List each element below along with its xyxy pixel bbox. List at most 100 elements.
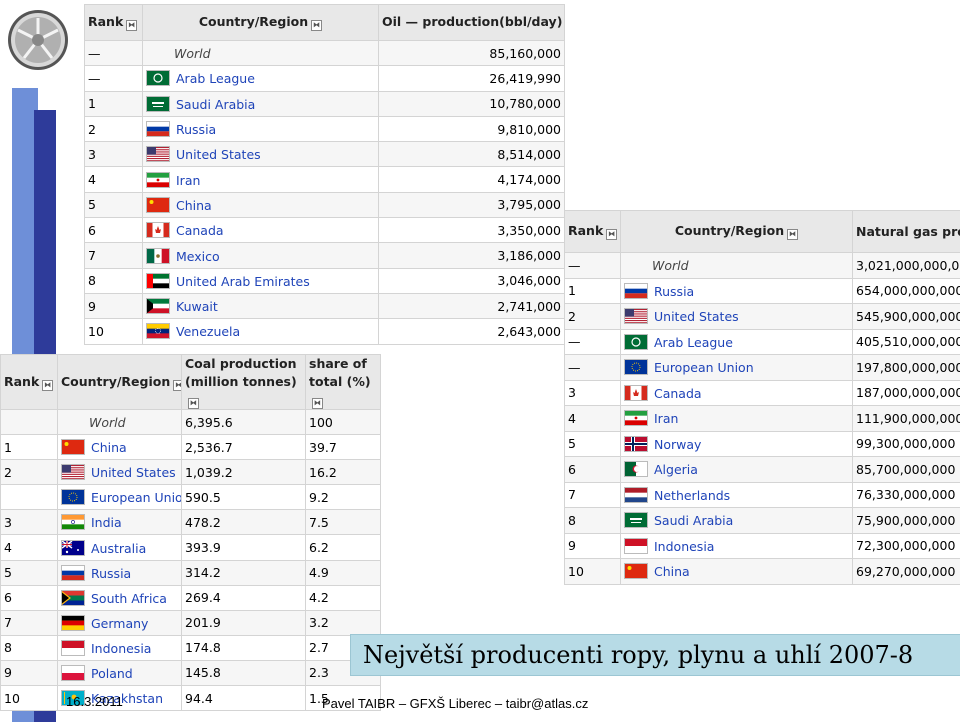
country-cell[interactable]: European Union bbox=[620, 354, 853, 381]
country-link[interactable]: China bbox=[176, 198, 212, 213]
sort-icon[interactable]: ⧓ bbox=[42, 379, 54, 391]
column-header-coal[interactable]: Coal production (million tonnes)⧓ bbox=[181, 354, 306, 410]
country-link[interactable]: India bbox=[91, 515, 122, 530]
value-cell: 197,800,000,000 bbox=[852, 354, 960, 381]
country-cell[interactable]: United States bbox=[620, 303, 853, 330]
country-cell[interactable]: India bbox=[57, 509, 182, 536]
country-link[interactable]: European Union bbox=[654, 360, 754, 375]
rank-cell: 9 bbox=[564, 532, 621, 559]
country-link[interactable]: Germany bbox=[91, 616, 148, 631]
column-header-share[interactable]: share of total (%)⧓ bbox=[305, 354, 381, 410]
country-link[interactable]: European Union bbox=[91, 490, 181, 505]
column-header-country[interactable]: Country/Region⧓ bbox=[142, 4, 379, 41]
gas-production-table: Rank⧓ Country/Region⧓ Natural gas prod —… bbox=[564, 210, 960, 585]
country-cell[interactable]: Indonesia bbox=[620, 532, 853, 559]
value-cell: 3,350,000 bbox=[378, 217, 565, 244]
country-link[interactable]: Saudi Arabia bbox=[176, 97, 255, 112]
column-header-oil[interactable]: Oil — production(bbl/day)⧓ bbox=[378, 4, 565, 41]
country-cell[interactable]: Indonesia bbox=[57, 634, 182, 661]
country-link[interactable]: Norway bbox=[654, 437, 701, 452]
country-link[interactable]: Iran bbox=[176, 173, 200, 188]
country-cell[interactable]: United Arab Emirates bbox=[142, 267, 379, 294]
country-cell[interactable]: Saudi Arabia bbox=[620, 507, 853, 534]
country-cell[interactable]: European Union bbox=[57, 484, 182, 511]
country-cell[interactable]: Netherlands bbox=[620, 481, 853, 508]
sort-icon[interactable]: ⧓ bbox=[312, 398, 323, 409]
country-link[interactable]: Indonesia bbox=[91, 641, 151, 656]
table-row: 3 Canada 187,000,000,000 bbox=[564, 379, 960, 406]
country-link[interactable]: China bbox=[91, 440, 127, 455]
country-cell[interactable]: United States bbox=[142, 141, 379, 168]
country-link[interactable]: Mexico bbox=[176, 249, 220, 264]
value-cell: 314.2 bbox=[181, 559, 306, 586]
country-link[interactable]: Poland bbox=[91, 666, 133, 681]
country-cell[interactable]: China bbox=[142, 191, 379, 219]
country-link[interactable]: United States bbox=[91, 465, 176, 480]
sort-icon[interactable]: ⧓ bbox=[173, 379, 181, 391]
country-link[interactable]: Iran bbox=[654, 411, 678, 426]
country-cell[interactable]: Iran bbox=[620, 405, 853, 432]
country-cell[interactable]: Russia bbox=[620, 277, 853, 304]
column-header-rank[interactable]: Rank ⧓ bbox=[0, 354, 58, 410]
column-header-rank[interactable]: Rank ⧓ bbox=[564, 210, 621, 253]
rank-cell: 7 bbox=[84, 242, 143, 269]
column-header-gas[interactable]: Natural gas prod bbox=[852, 210, 960, 253]
country-cell: World bbox=[620, 252, 853, 279]
country-cell[interactable]: Russia bbox=[142, 115, 379, 143]
country-cell[interactable]: China bbox=[620, 558, 853, 585]
country-cell[interactable]: Australia bbox=[57, 534, 182, 561]
column-header-country[interactable]: Country/Region⧓ bbox=[620, 210, 853, 253]
country-link[interactable]: Russia bbox=[654, 284, 694, 299]
country-link[interactable]: Russia bbox=[176, 122, 216, 137]
value-cell: 2,741,000 bbox=[378, 292, 565, 320]
country-link[interactable]: Kuwait bbox=[176, 299, 218, 314]
country-cell[interactable]: Iran bbox=[142, 166, 379, 193]
iran-flag-icon bbox=[146, 171, 170, 188]
country-link[interactable]: Venezuela bbox=[176, 324, 240, 339]
country-link[interactable]: Australia bbox=[91, 541, 146, 556]
value-cell: 174.8 bbox=[181, 634, 306, 661]
sort-icon[interactable]: ⧓ bbox=[126, 20, 138, 31]
table-row: 8 Saudi Arabia 75,900,000,000 bbox=[564, 507, 960, 534]
country-link[interactable]: South Africa bbox=[91, 591, 167, 606]
sort-icon[interactable]: ⧓ bbox=[188, 398, 199, 409]
rank-cell: 7 bbox=[564, 481, 621, 508]
country-link[interactable]: Arab League bbox=[176, 71, 255, 86]
column-header-rank[interactable]: Rank ⧓ bbox=[84, 4, 143, 41]
country-cell[interactable]: Arab League bbox=[620, 328, 853, 355]
sort-icon[interactable]: ⧓ bbox=[787, 229, 799, 240]
country-link[interactable]: United Arab Emirates bbox=[176, 274, 310, 289]
sort-icon[interactable]: ⧓ bbox=[606, 229, 618, 240]
country-link[interactable]: Canada bbox=[654, 386, 702, 401]
country-cell[interactable]: Mexico bbox=[142, 242, 379, 269]
sort-icon[interactable]: ⧓ bbox=[311, 20, 323, 31]
rank-cell: 1 bbox=[564, 277, 621, 304]
country-cell[interactable]: Venezuela bbox=[142, 318, 379, 345]
country-link[interactable]: Saudi Arabia bbox=[654, 513, 733, 528]
country-cell[interactable]: Germany bbox=[57, 609, 182, 636]
column-header-country[interactable]: Country/Region⧓ bbox=[57, 354, 182, 410]
country-link[interactable]: Netherlands bbox=[654, 488, 730, 503]
country-cell[interactable]: Canada bbox=[142, 217, 379, 244]
country-cell[interactable]: Norway bbox=[620, 430, 853, 457]
country-cell[interactable]: Saudi Arabia bbox=[142, 90, 379, 117]
country-link[interactable]: Canada bbox=[176, 223, 224, 238]
country-cell[interactable]: China bbox=[57, 434, 182, 461]
rank-cell: 4 bbox=[564, 405, 621, 432]
country-link[interactable]: United States bbox=[176, 147, 261, 162]
country-cell[interactable]: South Africa bbox=[57, 584, 182, 611]
country-link[interactable]: Algeria bbox=[654, 462, 698, 477]
country-link[interactable]: Russia bbox=[91, 566, 131, 581]
country-cell[interactable]: Kuwait bbox=[142, 292, 379, 320]
country-link[interactable]: United States bbox=[654, 309, 739, 324]
rank-cell: 6 bbox=[0, 584, 58, 611]
country-cell[interactable]: Arab League bbox=[142, 65, 379, 92]
country-cell[interactable]: Canada bbox=[620, 379, 853, 406]
country-cell[interactable]: Algeria bbox=[620, 456, 853, 483]
country-link[interactable]: China bbox=[654, 564, 690, 579]
country-link[interactable]: Arab League bbox=[654, 335, 733, 350]
country-link[interactable]: Indonesia bbox=[654, 539, 714, 554]
country-cell[interactable]: Poland bbox=[57, 659, 182, 687]
country-cell[interactable]: Russia bbox=[57, 559, 182, 586]
country-cell[interactable]: United States bbox=[57, 459, 182, 486]
